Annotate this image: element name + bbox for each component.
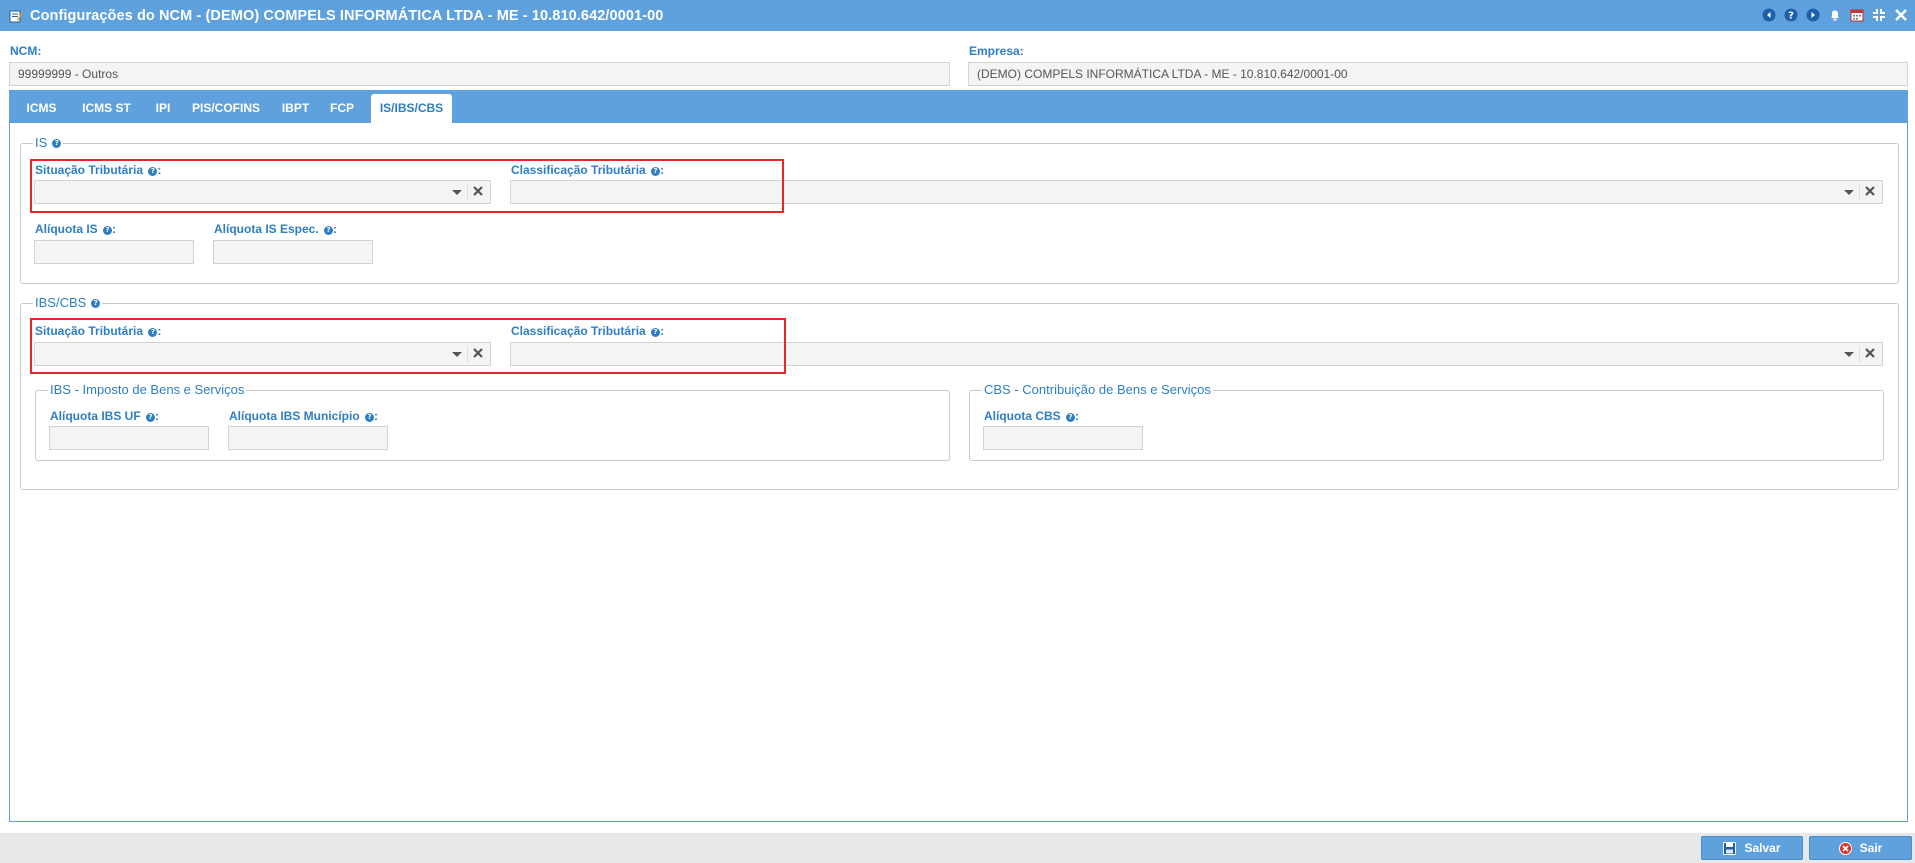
aliquota-ibs-municipio-label: Alíquota IBS Município ?: (229, 409, 379, 423)
help-icon[interactable]: ? (146, 413, 156, 422)
aliquota-is-input[interactable] (34, 240, 194, 264)
tab-ipi[interactable]: IPI (147, 94, 179, 123)
aliquota-cbs-input[interactable] (983, 426, 1143, 450)
help-icon[interactable]: ? (1783, 7, 1799, 23)
close-icon[interactable] (1893, 7, 1909, 23)
exit-button[interactable]: Sair (1809, 836, 1912, 860)
back-icon[interactable] (1761, 7, 1777, 23)
tab-icms[interactable]: ICMS (18, 94, 65, 123)
help-icon[interactable]: ? (1066, 413, 1076, 422)
aliquota-ibs-uf-label: Alíquota IBS UF ?: (50, 409, 160, 423)
clear-icon[interactable] (1864, 347, 1876, 359)
footer-bar: Salvar Sair (0, 833, 1915, 863)
calendar-icon[interactable] (1849, 7, 1865, 23)
compress-icon[interactable] (1871, 7, 1887, 23)
edit-document-icon (9, 10, 23, 22)
help-icon[interactable]: ? (365, 413, 375, 422)
aliquota-is-label: Alíquota IS ?: (35, 222, 117, 236)
ibs-legend: IBS - Imposto de Bens e Serviços (50, 382, 245, 397)
aliquota-ibs-municipio-input[interactable] (228, 426, 388, 450)
window-controls: ? (1761, 7, 1909, 23)
tab-fcp[interactable]: FCP (323, 94, 361, 123)
bell-icon[interactable] (1827, 7, 1843, 23)
tab-is-ibs-cbs[interactable]: IS/IBS/CBS (371, 94, 452, 123)
save-button[interactable]: Salvar (1701, 836, 1803, 860)
clear-icon[interactable] (1864, 185, 1876, 197)
tab-bar: ICMS ICMS ST IPI PIS/COFINS IBPT FCP IS/… (10, 91, 1907, 123)
exit-icon (1838, 841, 1852, 855)
ncm-field[interactable]: 99999999 - Outros (9, 62, 950, 86)
highlight-box (30, 159, 784, 213)
empresa-label: Empresa: (969, 44, 1024, 58)
ncm-label: NCM: (10, 44, 42, 58)
tab-icms-st[interactable]: ICMS ST (70, 94, 143, 123)
ibscbs-legend: IBS/CBS? (33, 296, 102, 310)
aliquota-is-espec-input[interactable] (213, 240, 373, 264)
is-legend: IS? (33, 136, 63, 150)
chevron-down-icon[interactable] (1844, 352, 1854, 357)
window-title: Configurações do NCM - (DEMO) COMPELS IN… (30, 7, 664, 24)
help-icon[interactable]: ? (324, 226, 334, 235)
tab-ibpt[interactable]: IBPT (273, 94, 318, 123)
chevron-down-icon[interactable] (1844, 190, 1854, 195)
save-icon (1723, 841, 1737, 855)
forward-icon[interactable] (1805, 7, 1821, 23)
svg-text:?: ? (1788, 11, 1794, 22)
highlight-box (30, 318, 786, 374)
window-titlebar: Configurações do NCM - (DEMO) COMPELS IN… (0, 0, 1915, 31)
help-icon[interactable]: ? (52, 138, 62, 148)
help-icon[interactable]: ? (91, 298, 101, 308)
cbs-legend: CBS - Contribuição de Bens e Serviços (984, 382, 1211, 397)
tab-pis-cofins[interactable]: PIS/COFINS (184, 94, 268, 123)
aliquota-ibs-uf-input[interactable] (49, 426, 209, 450)
help-icon[interactable]: ? (103, 226, 113, 235)
empresa-field[interactable]: (DEMO) COMPELS INFORMÁTICA LTDA - ME - 1… (968, 62, 1908, 86)
aliquota-cbs-label: Alíquota CBS ?: (984, 409, 1080, 423)
aliquota-is-espec-label: Alíquota IS Espec. ?: (214, 222, 338, 236)
